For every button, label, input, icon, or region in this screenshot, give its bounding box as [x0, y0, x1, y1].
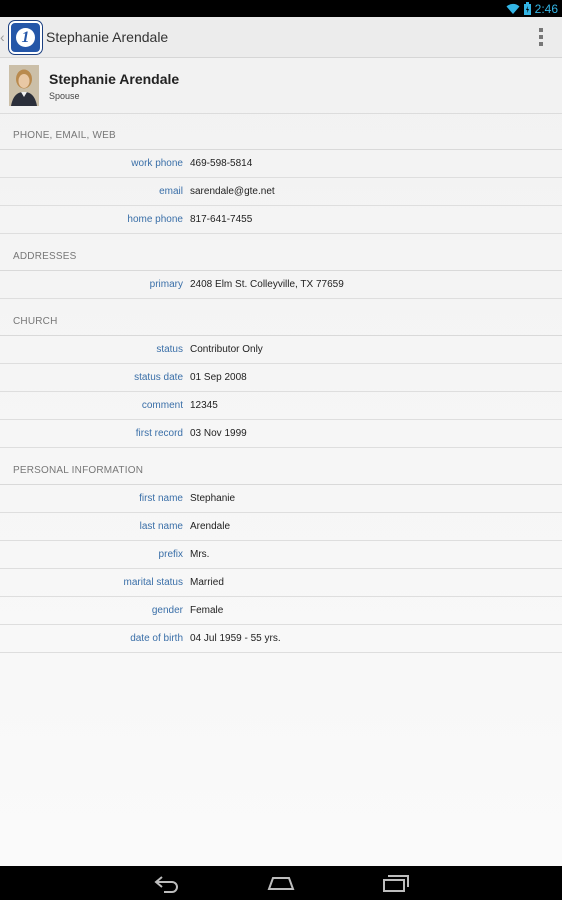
- row-value: sarendale@gte.net: [190, 186, 275, 197]
- profile-name: Stephanie Arendale: [49, 71, 180, 87]
- action-bar-title: Stephanie Arendale: [46, 29, 169, 45]
- row-value: Female: [190, 605, 224, 616]
- row-value: Arendale: [190, 521, 231, 532]
- row-value: 12345: [190, 400, 218, 411]
- row-label: email: [159, 186, 183, 197]
- avatar: [9, 65, 39, 106]
- row-value: Mrs.: [190, 549, 210, 560]
- row-value: 469-598-5814: [190, 158, 253, 169]
- recents-icon[interactable]: [382, 873, 410, 893]
- row-value: 03 Nov 1999: [190, 428, 247, 439]
- status-bar: 2:46: [0, 0, 562, 17]
- row-value: Married: [190, 577, 224, 588]
- row-label: date of birth: [130, 633, 183, 644]
- row-value: 01 Sep 2008: [190, 372, 247, 383]
- row-first-name[interactable]: first name Stephanie: [0, 485, 562, 513]
- row-label: status: [156, 344, 183, 355]
- row-label: status date: [134, 372, 183, 383]
- section-title: CHURCH: [13, 316, 58, 327]
- status-time: 2:46: [534, 1, 558, 16]
- row-label: first name: [139, 493, 183, 504]
- section-title: ADDRESSES: [13, 251, 77, 262]
- up-caret-icon[interactable]: ‹: [0, 29, 8, 45]
- overflow-menu-icon[interactable]: [536, 28, 546, 46]
- row-value: 2408 Elm St. Colleyville, TX 77659: [190, 279, 344, 290]
- profile-relation: Spouse: [49, 91, 80, 101]
- section-title: PERSONAL INFORMATION: [13, 465, 144, 476]
- row-label: marital status: [123, 577, 183, 588]
- home-icon[interactable]: [267, 873, 295, 893]
- row-label: comment: [141, 400, 183, 411]
- row-gender[interactable]: gender Female: [0, 597, 562, 625]
- section-header-addresses: ADDRESSES: [0, 235, 562, 271]
- row-label: prefix: [158, 549, 183, 560]
- section-header-phone: PHONE, EMAIL, WEB: [0, 114, 562, 150]
- row-primary-address[interactable]: primary 2408 Elm St. Colleyville, TX 776…: [0, 271, 562, 299]
- row-label: last name: [139, 521, 183, 532]
- back-icon[interactable]: [154, 873, 180, 893]
- row-label: work phone: [131, 158, 183, 169]
- contact-detail: Stephanie Arendale Spouse PHONE, EMAIL, …: [0, 58, 562, 866]
- row-home-phone[interactable]: home phone 817-641-7455: [0, 206, 562, 234]
- row-status-date[interactable]: status date 01 Sep 2008: [0, 364, 562, 392]
- section-header-personal: PERSONAL INFORMATION: [0, 449, 562, 485]
- navigation-bar: [0, 866, 562, 900]
- row-marital-status[interactable]: marital status Married: [0, 569, 562, 597]
- section-header-church: CHURCH: [0, 300, 562, 336]
- profile-header: Stephanie Arendale Spouse: [0, 58, 562, 114]
- row-label: first record: [135, 428, 183, 439]
- row-last-name[interactable]: last name Arendale: [0, 513, 562, 541]
- row-value: 817-641-7455: [190, 214, 253, 225]
- wifi-icon: [506, 3, 520, 14]
- app-logo-icon[interactable]: 1: [9, 21, 42, 54]
- row-value: Stephanie: [190, 493, 236, 504]
- row-comment[interactable]: comment 12345: [0, 392, 562, 420]
- row-value: Contributor Only: [190, 344, 263, 355]
- row-date-of-birth[interactable]: date of birth 04 Jul 1959 - 55 yrs.: [0, 625, 562, 653]
- row-label: gender: [151, 605, 183, 616]
- status-icons: 2:46: [506, 1, 558, 16]
- row-first-record[interactable]: first record 03 Nov 1999: [0, 420, 562, 448]
- section-title: PHONE, EMAIL, WEB: [13, 130, 116, 141]
- row-label: home phone: [127, 214, 183, 225]
- row-label: primary: [149, 279, 183, 290]
- row-email[interactable]: email sarendale@gte.net: [0, 178, 562, 206]
- battery-icon: [523, 2, 531, 15]
- row-value: 04 Jul 1959 - 55 yrs.: [190, 633, 281, 644]
- action-bar: ‹ 1 Stephanie Arendale: [0, 17, 562, 58]
- row-status[interactable]: status Contributor Only: [0, 336, 562, 364]
- row-prefix[interactable]: prefix Mrs.: [0, 541, 562, 569]
- row-work-phone[interactable]: work phone 469-598-5814: [0, 150, 562, 178]
